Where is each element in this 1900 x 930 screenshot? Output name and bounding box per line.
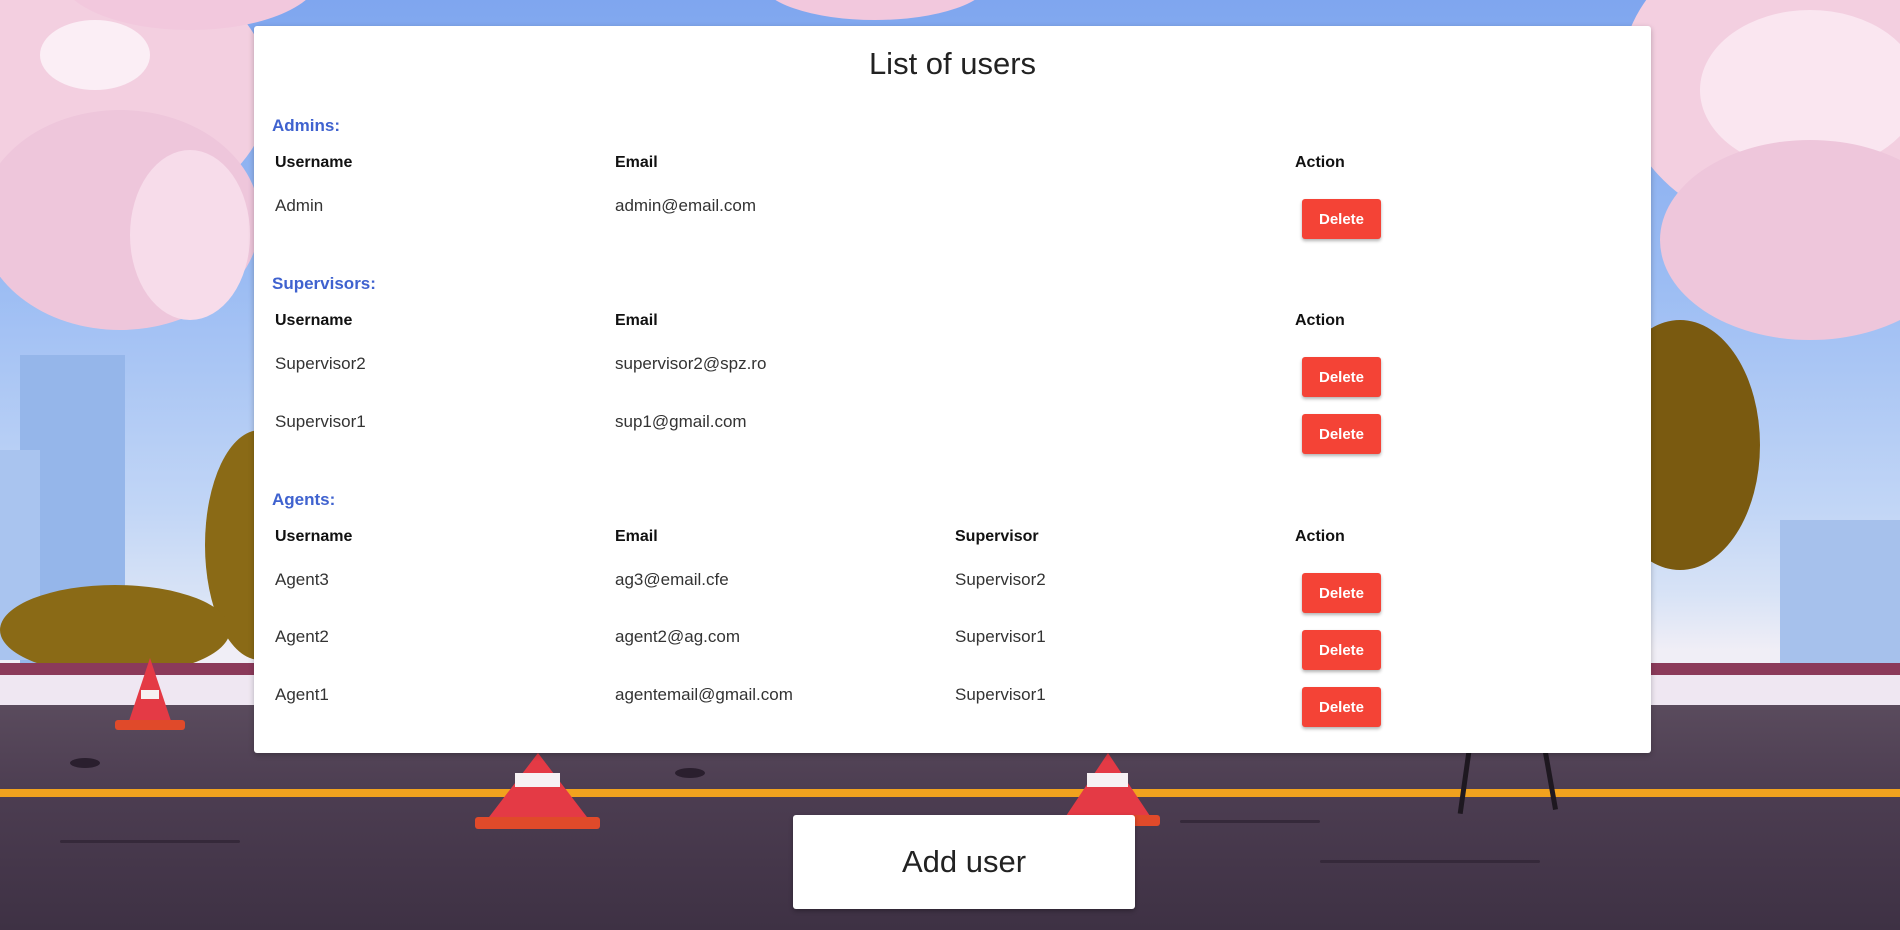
delete-button[interactable]: Delete: [1302, 414, 1381, 454]
user-supervisor: Supervisor1: [955, 685, 1046, 704]
user-username: Supervisor2: [275, 354, 366, 373]
traffic-cone: [475, 753, 600, 829]
user-supervisor: Supervisor2: [955, 570, 1046, 589]
section-title-admins: Admins:: [272, 116, 340, 135]
users-list-card: List of users Admins: Username Email Act…: [254, 26, 1651, 753]
delete-button[interactable]: Delete: [1302, 199, 1381, 239]
pothole: [675, 768, 705, 778]
column-header-action: Action: [1295, 312, 1345, 329]
add-user-button[interactable]: Add user: [793, 815, 1135, 909]
column-header-email: Email: [615, 312, 658, 329]
column-header-supervisor: Supervisor: [955, 528, 1039, 545]
pothole: [70, 758, 100, 768]
user-email: ag3@email.cfe: [615, 570, 729, 589]
blossom-cloud: [130, 150, 250, 320]
section-title-supervisors: Supervisors:: [272, 274, 376, 293]
road-line: [0, 789, 1900, 797]
column-header-email: Email: [615, 154, 658, 171]
user-username: Agent1: [275, 685, 329, 704]
column-header-username: Username: [275, 154, 353, 171]
user-username: Agent2: [275, 627, 329, 646]
delete-button[interactable]: Delete: [1302, 573, 1381, 613]
blossom-cloud: [760, 0, 990, 20]
road-crack: [60, 840, 240, 843]
column-header-action: Action: [1295, 154, 1345, 171]
road-crack: [1180, 820, 1320, 823]
user-email: admin@email.com: [615, 196, 757, 215]
blossom-cloud: [40, 20, 150, 90]
user-email: supervisor2@spz.ro: [615, 354, 767, 373]
user-email: agent2@ag.com: [615, 627, 741, 646]
road-crack: [1320, 860, 1540, 863]
section-title-agents: Agents:: [272, 490, 336, 509]
user-supervisor: Supervisor1: [955, 627, 1046, 646]
user-email: agentemail@gmail.com: [615, 685, 793, 704]
user-username: Admin: [275, 196, 324, 215]
user-username: Supervisor1: [275, 412, 366, 431]
user-username: Agent3: [275, 570, 329, 589]
traffic-cone: [115, 658, 185, 730]
column-header-username: Username: [275, 528, 353, 545]
page-title: List of users: [868, 46, 1037, 81]
city-building: [1780, 520, 1900, 670]
delete-button[interactable]: Delete: [1302, 357, 1381, 397]
user-email: sup1@gmail.com: [615, 412, 747, 431]
delete-button[interactable]: Delete: [1302, 687, 1381, 727]
column-header-username: Username: [275, 312, 353, 329]
delete-button[interactable]: Delete: [1302, 630, 1381, 670]
column-header-email: Email: [615, 528, 658, 545]
column-header-action: Action: [1295, 528, 1345, 545]
